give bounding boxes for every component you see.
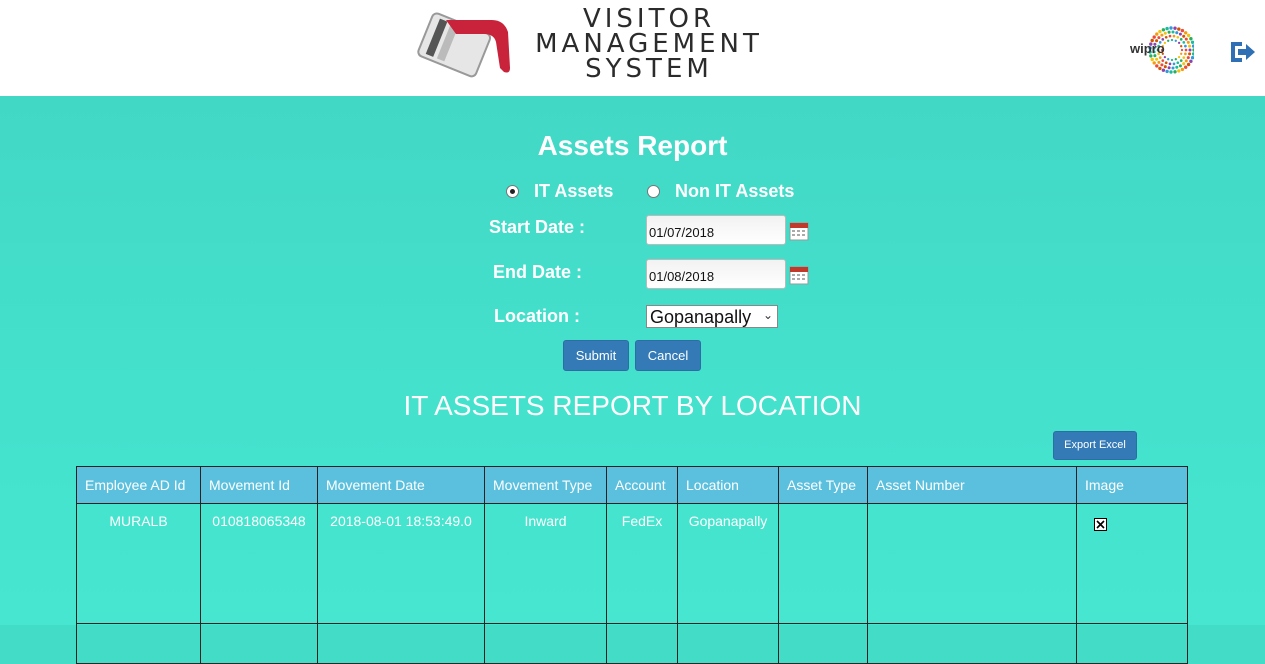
column-header[interactable]: Movement Date [317,466,485,504]
app-logo-text: VISITOR MANAGEMENT SYSTEM [518,6,780,84]
column-header[interactable]: Image [1076,466,1188,504]
chevron-down-icon: ⌄ [762,308,773,322]
table-row: MURALB 010818065348 2018-08-01 18:53:49.… [76,503,1188,624]
wipro-logo: wipro [1128,22,1194,78]
calendar-icon[interactable] [789,221,809,241]
table-cell: 2018-08-01 18:53:49.0 [317,503,485,624]
table-cell [484,623,607,664]
column-header[interactable]: Movement Type [484,466,607,504]
assets-table: Employee AD Id Movement Id Movement Date… [76,466,1188,664]
location-label: Location : [494,306,580,326]
it-assets-label[interactable]: IT Assets [534,181,613,202]
table-cell [606,623,678,664]
it-assets-radio[interactable] [506,185,519,198]
non-it-assets-radio[interactable] [647,185,660,198]
column-header[interactable]: Asset Number [867,466,1077,504]
logo-line-system: SYSTEM [585,54,713,84]
start-date-input[interactable]: 01/07/2018 [646,215,786,245]
end-date-input[interactable]: 01/08/2018 [646,259,786,289]
export-excel-button[interactable]: Export Excel [1053,431,1137,460]
table-cell: MURALB [76,503,201,624]
start-date-label: Start Date : [489,217,586,237]
table-cell [778,503,868,624]
table-cell [778,623,868,664]
table-cell: Inward [484,503,607,624]
id-card-logo-icon [417,12,510,78]
table-cell [317,623,485,664]
sign-out-icon[interactable] [1228,38,1258,66]
brand-name: wipro [1130,41,1165,56]
report-title: IT ASSETS REPORT BY LOCATION [403,390,862,421]
table-cell [677,623,779,664]
non-it-assets-label[interactable]: Non IT Assets [675,181,794,202]
app-header: VISITOR MANAGEMENT SYSTEM wipro [0,0,1265,96]
table-cell [867,623,1077,664]
page-title: Assets Report [537,130,728,161]
column-header[interactable]: Account [606,466,678,504]
table-row [76,623,1188,664]
table-cell: 010818065348 [200,503,318,624]
column-header[interactable]: Location [677,466,779,504]
table-header-row: Employee AD Id Movement Id Movement Date… [76,466,1188,504]
broken-image-icon[interactable] [1094,518,1107,531]
submit-button[interactable]: Submit [563,340,629,371]
cancel-button[interactable]: Cancel [635,340,701,371]
calendar-icon[interactable] [789,265,809,285]
column-header[interactable]: Asset Type [778,466,868,504]
table-cell [867,503,1077,624]
location-selected-value: Gopanapally [650,307,752,327]
table-cell [76,623,201,664]
table-cell [1076,503,1188,624]
end-date-label: End Date : [493,262,583,282]
location-select[interactable]: Gopanapally ⌄ [646,305,778,328]
column-header[interactable]: Employee AD Id [76,466,201,504]
column-header[interactable]: Movement Id [200,466,318,504]
table-cell [200,623,318,664]
table-cell [1076,623,1188,664]
table-cell: Gopanapally [677,503,779,624]
table-cell: FedEx [606,503,678,624]
